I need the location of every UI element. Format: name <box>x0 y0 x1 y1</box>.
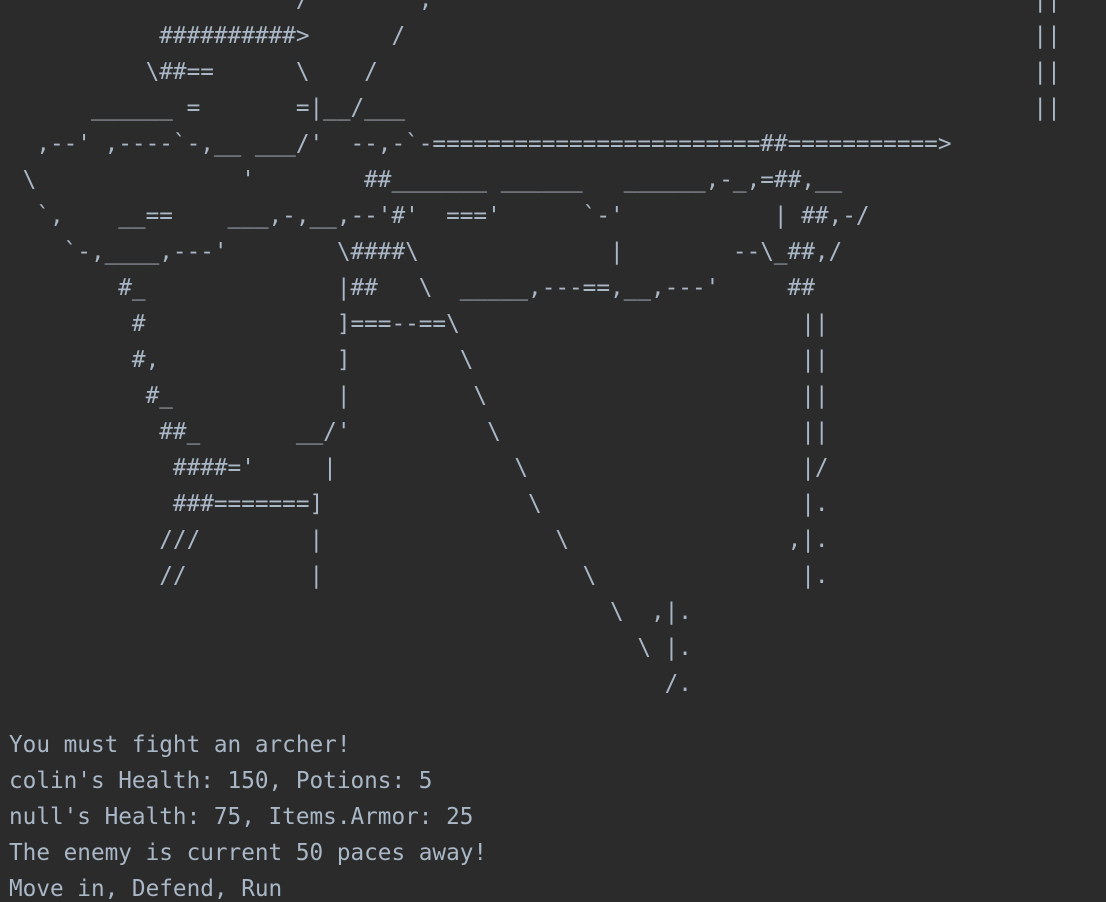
action-prompt: Move in, Defend, Run <box>9 876 283 902</box>
console-output-panel: / , || ##########> / || \##== \ / || ___… <box>0 0 1106 902</box>
game-status-output: You must fight an archer! colin's Health… <box>9 727 487 902</box>
archer-ascii-art: / , || ##########> / || \##== \ / || ___… <box>22 0 1061 697</box>
encounter-message: You must fight an archer! <box>9 732 351 758</box>
enemy-status-line: null's Health: 75, Items.Armor: 25 <box>9 804 474 830</box>
player-status-line: colin's Health: 150, Potions: 5 <box>9 768 433 794</box>
distance-message: The enemy is current 50 paces away! <box>9 840 488 866</box>
